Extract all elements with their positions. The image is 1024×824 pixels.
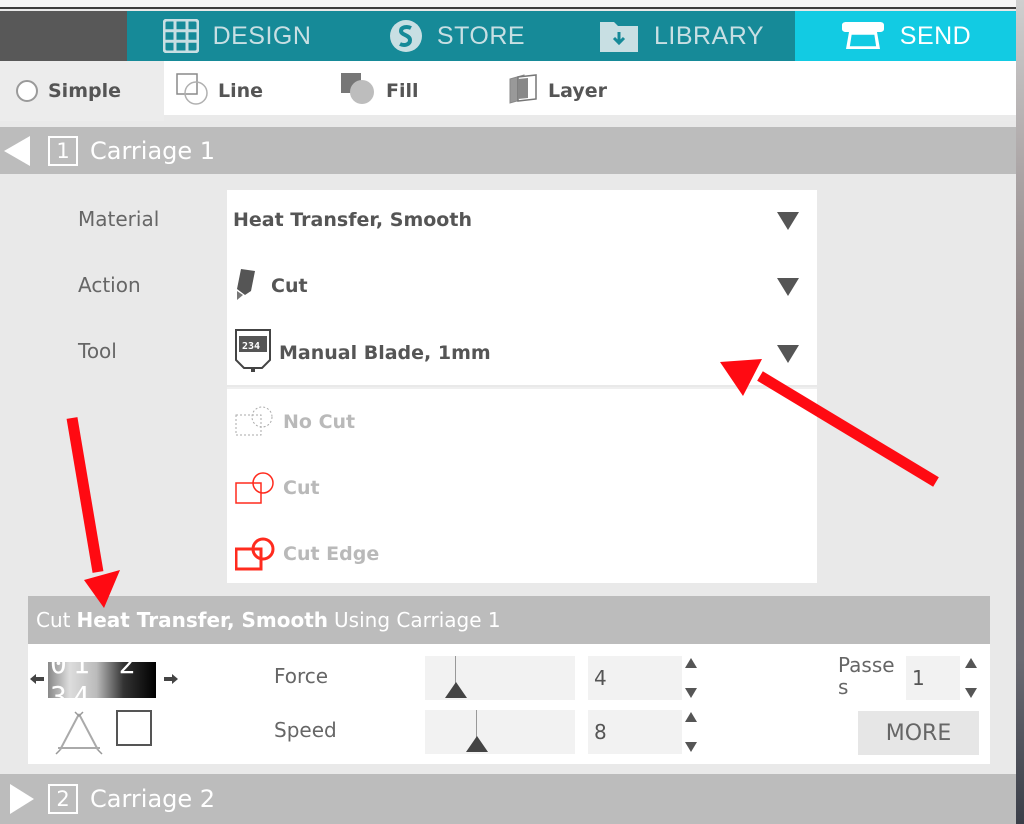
nav-spacer bbox=[0, 11, 127, 61]
desktop-background-edge bbox=[1016, 0, 1024, 824]
line-mode-icon bbox=[176, 72, 208, 110]
cut-summary-bar: Cut Heat Transfer, Smooth Using Carriage… bbox=[28, 596, 990, 644]
chevron-down-icon[interactable] bbox=[777, 212, 799, 230]
chevron-down-icon[interactable] bbox=[777, 278, 799, 296]
summary-material: Heat Transfer, Smooth bbox=[76, 608, 329, 632]
mode-layer[interactable]: Layer bbox=[508, 61, 607, 121]
annotation-arrow-to-summary bbox=[66, 417, 120, 608]
option-cut-label: Cut bbox=[283, 477, 320, 499]
collapse-triangle-icon[interactable] bbox=[4, 135, 30, 166]
carriage-2-title: Carriage 2 bbox=[90, 785, 216, 813]
stepper-down-icon[interactable] bbox=[965, 688, 977, 698]
mode-simple-label: Simple bbox=[48, 80, 121, 102]
layer-mode-icon bbox=[508, 73, 538, 110]
passes-label: Passe s bbox=[838, 654, 895, 698]
silhouette-s-icon bbox=[389, 19, 423, 53]
svg-text:234: 234 bbox=[242, 341, 260, 352]
speed-slider[interactable] bbox=[425, 710, 575, 754]
speed-slider-thumb[interactable] bbox=[466, 736, 488, 752]
tab-design[interactable]: DESIGN bbox=[127, 11, 347, 61]
mode-bar: Simple Line Fill Layer bbox=[0, 61, 1016, 121]
manual-blade-icon: 234 bbox=[233, 328, 273, 379]
force-stepper[interactable] bbox=[684, 658, 698, 698]
tool-label: Tool bbox=[78, 339, 117, 363]
tab-send[interactable]: SEND bbox=[795, 11, 1016, 61]
action-label: Action bbox=[78, 273, 141, 297]
speed-input[interactable]: 8 bbox=[588, 710, 682, 754]
action-select[interactable]: Cut bbox=[227, 256, 817, 316]
force-slider-thumb[interactable] bbox=[445, 682, 467, 698]
summary-prefix: Cut bbox=[36, 608, 71, 632]
tab-library[interactable]: LIBRARY bbox=[567, 11, 795, 61]
folder-download-icon bbox=[598, 18, 640, 54]
carriage-1-settings-box: Heat Transfer, Smooth Cut 234 Manual Bla… bbox=[227, 190, 817, 385]
tab-design-label: DESIGN bbox=[212, 21, 312, 50]
material-select[interactable]: Heat Transfer, Smooth bbox=[227, 190, 817, 250]
no-cut-icon bbox=[235, 406, 273, 436]
summary-suffix: Using Carriage 1 bbox=[334, 608, 501, 632]
tab-send-label: SEND bbox=[899, 21, 972, 50]
mode-layer-label: Layer bbox=[548, 80, 607, 102]
arrow-left-icon[interactable] bbox=[30, 674, 44, 684]
blade-action-icon bbox=[233, 267, 257, 306]
option-cut[interactable]: Cut bbox=[235, 471, 320, 505]
radio-icon[interactable] bbox=[16, 80, 38, 102]
arrow-right-icon[interactable] bbox=[164, 674, 178, 684]
speed-label: Speed bbox=[274, 718, 337, 742]
action-value: Cut bbox=[271, 275, 308, 297]
mode-fill[interactable]: Fill bbox=[340, 61, 419, 121]
action-options-list: No Cut Cut Cut Edge bbox=[227, 387, 817, 583]
stepper-down-icon[interactable] bbox=[685, 742, 697, 752]
option-no-cut-label: No Cut bbox=[283, 411, 356, 433]
cutter-machine-icon bbox=[840, 21, 886, 51]
tab-library-label: LIBRARY bbox=[653, 21, 765, 50]
speed-slider-track-mark bbox=[476, 710, 477, 738]
window-top-strip bbox=[0, 0, 1024, 9]
mode-simple[interactable]: Simple bbox=[0, 61, 164, 121]
tab-store[interactable]: STORE bbox=[347, 11, 567, 61]
cut-settings-panel: 01 2 34 Force 4 Speed 8 Passe s 1 MORE bbox=[28, 644, 990, 764]
option-cut-edge-label: Cut Edge bbox=[283, 543, 380, 565]
mode-line-label: Line bbox=[218, 80, 264, 102]
force-input[interactable]: 4 bbox=[588, 656, 682, 700]
carriage-2-header[interactable]: 2 Carriage 2 bbox=[0, 774, 1016, 824]
blade-depth-dial[interactable]: 01 2 34 bbox=[48, 662, 156, 698]
stepper-down-icon[interactable] bbox=[685, 688, 697, 698]
expand-triangle-icon[interactable] bbox=[10, 784, 34, 814]
carriage-1-title: Carriage 1 bbox=[90, 136, 216, 165]
passes-label-line2: s bbox=[838, 675, 849, 699]
blade-triangle-icon bbox=[55, 711, 103, 755]
carriage-1-header[interactable]: 1 Carriage 1 bbox=[0, 127, 1016, 174]
mode-fill-label: Fill bbox=[386, 80, 419, 102]
force-slider[interactable] bbox=[425, 656, 575, 700]
fill-mode-icon bbox=[340, 72, 376, 111]
carriage-2-number: 2 bbox=[48, 784, 78, 814]
cut-edge-icon bbox=[235, 537, 275, 571]
tab-store-label: STORE bbox=[436, 21, 526, 50]
speed-stepper[interactable] bbox=[684, 712, 698, 752]
tool-select[interactable]: 234 Manual Blade, 1mm bbox=[227, 323, 817, 383]
carriage-1-number: 1 bbox=[48, 135, 78, 166]
force-slider-track-mark bbox=[455, 656, 456, 684]
more-button[interactable]: MORE bbox=[858, 711, 979, 755]
material-value: Heat Transfer, Smooth bbox=[233, 209, 472, 231]
cut-icon bbox=[235, 472, 274, 504]
main-nav-bar: DESIGN STORE LIBRARY SEND bbox=[0, 11, 1016, 61]
option-no-cut[interactable]: No Cut bbox=[235, 405, 355, 439]
chevron-down-icon[interactable] bbox=[777, 345, 799, 363]
checkbox[interactable] bbox=[116, 710, 152, 746]
stepper-up-icon[interactable] bbox=[965, 658, 977, 668]
mode-line[interactable]: Line bbox=[176, 61, 263, 121]
passes-input[interactable]: 1 bbox=[906, 656, 960, 700]
passes-stepper[interactable] bbox=[964, 658, 978, 698]
stepper-up-icon[interactable] bbox=[685, 712, 697, 722]
force-label: Force bbox=[274, 664, 329, 688]
stepper-up-icon[interactable] bbox=[685, 658, 697, 668]
tool-value: Manual Blade, 1mm bbox=[279, 342, 491, 364]
material-label: Material bbox=[78, 207, 160, 231]
passes-label-line1: Passe bbox=[838, 653, 895, 677]
grid-icon bbox=[162, 19, 199, 53]
option-cut-edge[interactable]: Cut Edge bbox=[235, 537, 379, 571]
